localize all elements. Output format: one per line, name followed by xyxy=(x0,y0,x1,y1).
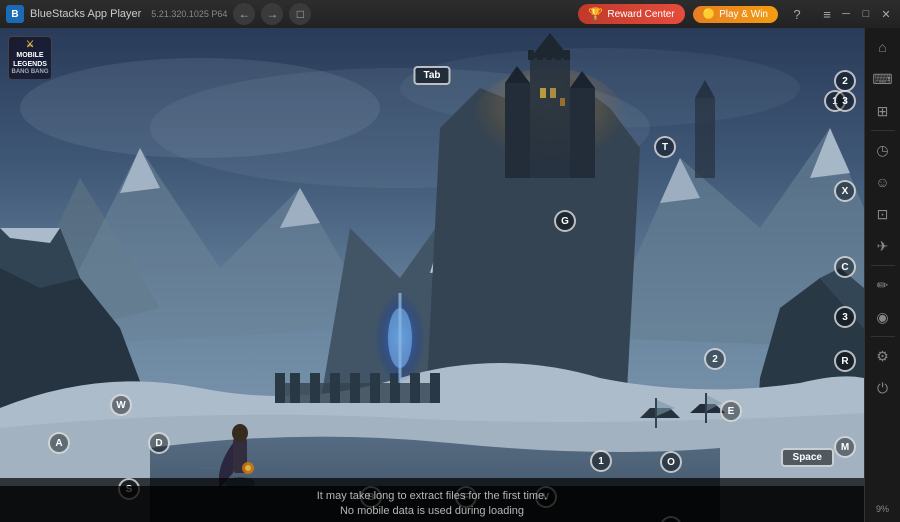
menu-button[interactable]: ≡ xyxy=(816,3,838,25)
sidebar-plane-button[interactable]: ✈ xyxy=(868,231,898,261)
key-3b-indicator[interactable]: 3 xyxy=(834,306,856,328)
sidebar-settings-button[interactable]: ⚙ xyxy=(868,341,898,371)
sidebar-power-button[interactable]: ⏻ xyxy=(868,373,898,403)
key-space[interactable]: Space xyxy=(781,448,834,467)
key-3-indicator[interactable]: 3 xyxy=(834,90,856,112)
maximize-button[interactable]: □ xyxy=(858,6,874,22)
key-X-indicator[interactable]: X xyxy=(834,180,856,202)
key-E-indicator[interactable]: E xyxy=(720,400,742,422)
sidebar-clock-button[interactable]: ◷ xyxy=(868,135,898,165)
sidebar-keyboard-button[interactable]: ⌨ xyxy=(868,64,898,94)
sidebar-divider-3 xyxy=(871,336,895,337)
sidebar-home-button[interactable]: ⌂ xyxy=(868,32,898,62)
play-win-label: Play & Win xyxy=(719,9,768,20)
status-text-3: No mobile data is used during loading xyxy=(340,505,524,517)
status-text-1: It may take long to extract files for th… xyxy=(317,490,547,502)
status-line1: It may take long to extract files for th… xyxy=(317,489,547,504)
close-button[interactable]: ✕ xyxy=(878,6,894,22)
right-sidebar: ⌂ ⌨ ⊞ ◷ ☺ ⊡ ✈ ✏ ◉ ⚙ ⏻ 9% xyxy=(864,28,900,522)
sidebar-car-button[interactable]: ⊡ xyxy=(868,199,898,229)
key-1b-indicator[interactable]: 1 xyxy=(590,450,612,472)
status-line2: No mobile data is used during loading xyxy=(340,504,524,519)
forward-button[interactable]: → xyxy=(261,3,283,25)
app-version: 5.21.320.1025 P64 xyxy=(151,9,227,19)
sidebar-gamepad-button[interactable]: ⊞ xyxy=(868,96,898,126)
sidebar-edit-button[interactable]: ✏ xyxy=(868,270,898,300)
reward-center-label: Reward Center xyxy=(607,9,674,20)
sidebar-person-button[interactable]: ☺ xyxy=(868,167,898,197)
key-2-top-indicator[interactable]: 2 xyxy=(834,70,856,92)
sidebar-percent: 9% xyxy=(876,504,889,518)
key-C-indicator[interactable]: C xyxy=(834,256,856,278)
reward-icon: 🏆 xyxy=(588,7,603,21)
titlebar-left: B BlueStacks App Player 5.21.320.1025 P6… xyxy=(0,3,578,25)
reward-center-button[interactable]: 🏆 Reward Center xyxy=(578,4,684,24)
help-button[interactable]: ? xyxy=(786,3,808,25)
sidebar-camera-button[interactable]: ◉ xyxy=(868,302,898,332)
ml-logo-box: ⚔ MOBILE LEGENDS BANG BANG xyxy=(8,36,52,80)
sidebar-divider-2 xyxy=(871,265,895,266)
ml-logo: ⚔ MOBILE LEGENDS BANG BANG xyxy=(8,36,52,80)
key-tab[interactable]: Tab xyxy=(413,66,450,85)
key-G-indicator[interactable]: G xyxy=(554,210,576,232)
key-W-indicator[interactable]: W xyxy=(110,394,132,416)
key-T-indicator[interactable]: T xyxy=(654,136,676,158)
bottom-status-bar: It may take long to extract files for th… xyxy=(0,486,864,522)
titlebar-center: 🏆 Reward Center 🟡 Play & Win ? ≡ xyxy=(578,3,838,25)
titlebar: B BlueStacks App Player 5.21.320.1025 P6… xyxy=(0,0,900,28)
play-win-button[interactable]: 🟡 Play & Win xyxy=(693,6,778,23)
key-A-indicator[interactable]: A xyxy=(48,432,70,454)
key-R-indicator[interactable]: R xyxy=(834,350,856,372)
key-2b-indicator[interactable]: 2 xyxy=(704,348,726,370)
app-logo: B xyxy=(6,5,24,23)
key-M-indicator[interactable]: M xyxy=(834,436,856,458)
key-O-indicator[interactable]: O xyxy=(660,451,682,473)
play-coin-icon: 🟡 xyxy=(703,9,715,20)
game-area[interactable]: ⚔ MOBILE LEGENDS BANG BANG Tab 1 2 3 T X… xyxy=(0,28,864,522)
minimize-button[interactable]: ─ xyxy=(838,6,854,22)
app-title: BlueStacks App Player xyxy=(30,8,141,20)
key-D-indicator[interactable]: D xyxy=(148,432,170,454)
titlebar-right: ─ □ ✕ xyxy=(838,6,900,22)
main-content: ⚔ MOBILE LEGENDS BANG BANG Tab 1 2 3 T X… xyxy=(0,28,900,522)
sidebar-divider-1 xyxy=(871,130,895,131)
back-button[interactable]: ← xyxy=(233,3,255,25)
window-button[interactable]: □ xyxy=(289,3,311,25)
game-scene-svg xyxy=(0,28,864,522)
